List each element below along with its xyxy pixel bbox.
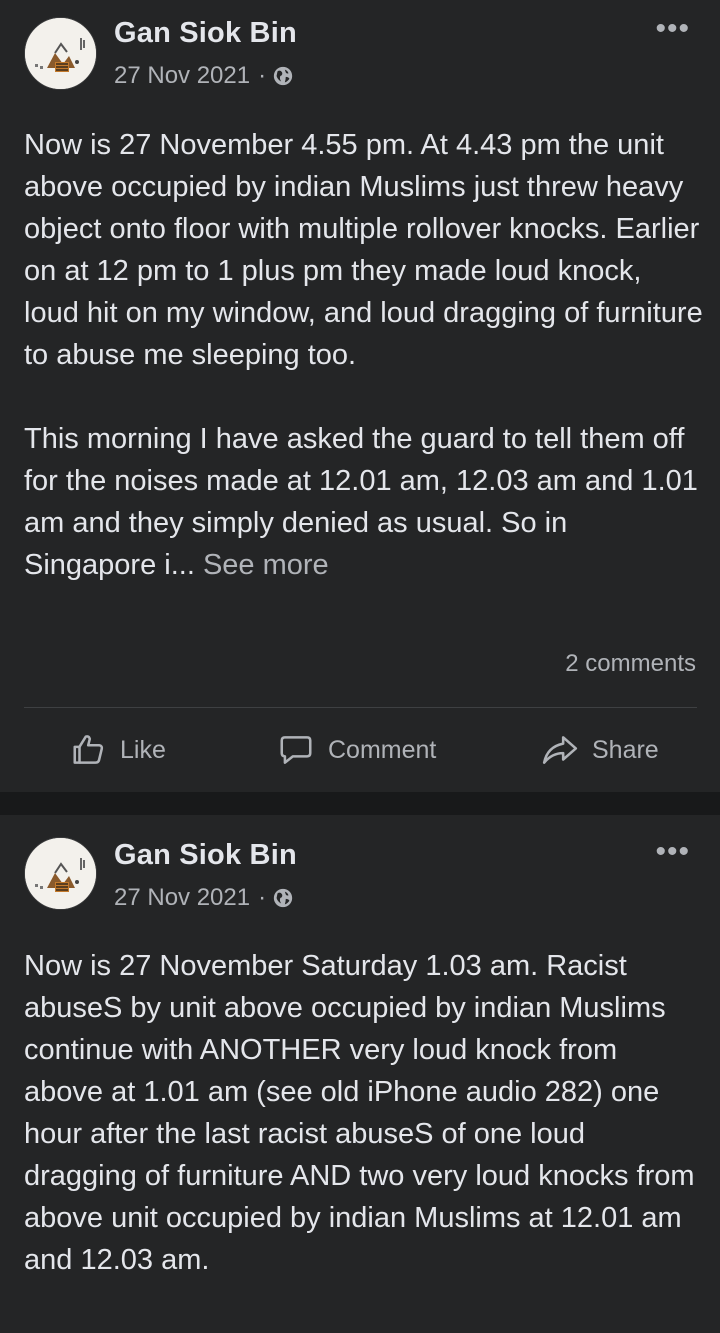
comment-button[interactable]: Comment xyxy=(276,708,436,792)
like-label: Like xyxy=(120,735,166,764)
post-text: Now is 27 November Saturday 1.03 am. Rac… xyxy=(24,945,704,1281)
more-options-icon[interactable]: ••• xyxy=(655,837,690,867)
meta-separator: · xyxy=(258,884,267,911)
post-body: Now is 27 November Saturday 1.03 am. Rac… xyxy=(24,950,703,1276)
post-header: Gan Siok Bin 27 Nov 2021 · ••• xyxy=(0,0,720,110)
more-options-icon[interactable]: ••• xyxy=(655,14,690,44)
avatar[interactable] xyxy=(24,837,97,910)
globe-icon xyxy=(273,888,293,908)
comment-label: Comment xyxy=(328,735,437,764)
post-body: Now is 27 November 4.55 pm. At 4.43 pm t… xyxy=(24,129,703,581)
thumbs-up-icon xyxy=(73,735,104,764)
post-actions-bar: Like Comment Share xyxy=(0,708,720,792)
comments-count[interactable]: 2 comments xyxy=(565,650,696,678)
post-author-name[interactable]: Gan Siok Bin xyxy=(114,17,297,50)
like-button[interactable]: Like xyxy=(70,708,166,792)
avatar[interactable] xyxy=(24,17,97,90)
post-date[interactable]: 27 Nov 2021 xyxy=(114,62,250,90)
meta-separator: · xyxy=(258,62,267,89)
post-date[interactable]: 27 Nov 2021 xyxy=(114,884,250,912)
comment-icon xyxy=(280,736,312,764)
feed-post: Gan Siok Bin 27 Nov 2021 · ••• Now is 27… xyxy=(0,0,720,792)
post-text: Now is 27 November 4.55 pm. At 4.43 pm t… xyxy=(24,124,704,586)
globe-icon xyxy=(273,66,293,86)
see-more-link[interactable]: See more xyxy=(203,549,329,581)
feed-post: Gan Siok Bin 27 Nov 2021 · ••• Now is 27… xyxy=(0,815,720,1333)
post-meta: 27 Nov 2021 · xyxy=(114,884,294,912)
post-meta: 27 Nov 2021 · xyxy=(114,62,294,90)
share-label: Share xyxy=(592,735,659,764)
post-author-name[interactable]: Gan Siok Bin xyxy=(114,839,297,872)
post-header: Gan Siok Bin 27 Nov 2021 · ••• xyxy=(0,815,720,925)
share-icon xyxy=(542,736,578,764)
share-button[interactable]: Share xyxy=(540,708,659,792)
